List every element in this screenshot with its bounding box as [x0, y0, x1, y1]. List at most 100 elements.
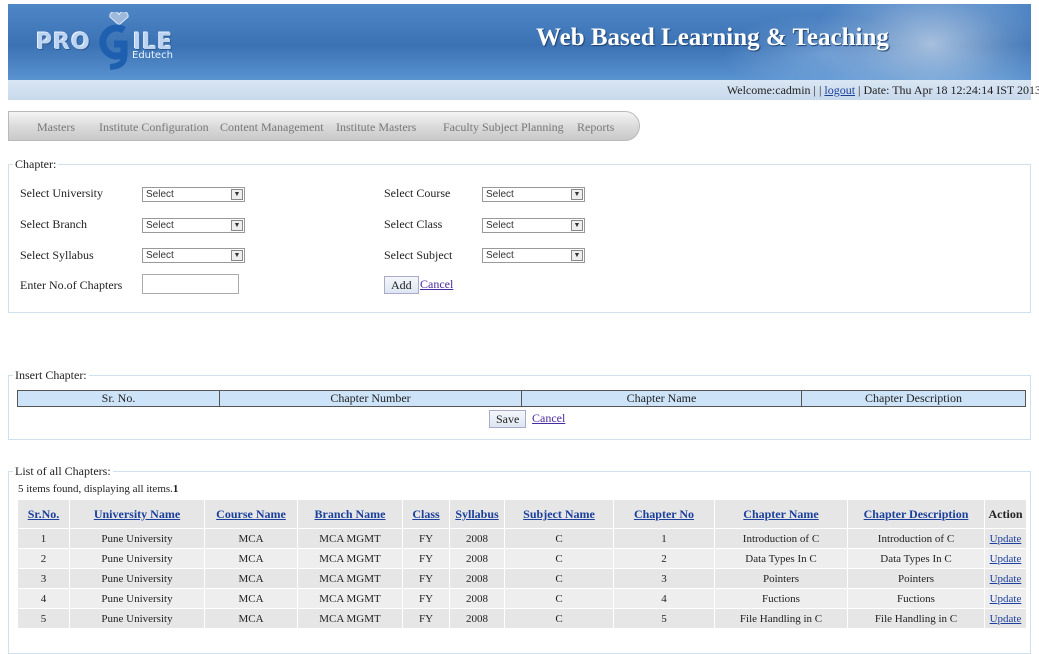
insert-col-chapter-name: Chapter Name: [521, 390, 802, 407]
cell-chapter-no: 2: [613, 548, 715, 569]
cell-sr-no: 1: [17, 528, 70, 549]
chapters-table-body: 1 Pune University MCA MCA MGMT FY 2008 C 1 Intro…: [17, 528, 1026, 628]
insert-chapter-legend: Insert Chapter:: [15, 368, 87, 382]
cell-chapter-name: Introduction of C: [714, 528, 848, 549]
chapter-form-legend: Chapter:: [15, 157, 57, 171]
insert-cancel-link[interactable]: Cancel: [532, 411, 565, 426]
cell-subject-name: C: [504, 608, 614, 628]
cell-university-name: Pune University: [69, 608, 205, 628]
cell-subject-name: C: [504, 588, 614, 609]
insert-col-chapter-number: Chapter Number: [219, 390, 522, 407]
branch-select-value: Select: [146, 220, 174, 231]
update-link[interactable]: Update: [990, 573, 1022, 585]
page-number[interactable]: 1: [173, 483, 179, 495]
update-link[interactable]: Update: [990, 553, 1022, 565]
cell-university-name: Pune University: [69, 548, 205, 569]
logo-text-left: PRO: [36, 30, 91, 55]
subject-label: Select Subject: [384, 248, 453, 262]
class-select[interactable]: Select ▼: [482, 218, 585, 233]
col-class[interactable]: Class: [402, 500, 450, 529]
cell-branch-name: MCA MGMT: [297, 608, 403, 628]
cell-subject-name: C: [504, 548, 614, 569]
dropdown-arrow-icon: ▼: [231, 250, 243, 261]
cell-class: FY: [402, 588, 450, 609]
cell-syllabus: 2008: [449, 608, 505, 628]
update-link[interactable]: Update: [990, 533, 1022, 545]
cell-sr-no: 2: [17, 548, 70, 569]
cell-branch-name: MCA MGMT: [297, 528, 403, 549]
col-branch-name[interactable]: Branch Name: [297, 500, 403, 529]
update-link[interactable]: Update: [990, 593, 1022, 605]
menu-faculty-subject-planning[interactable]: Faculty Subject Planning: [443, 120, 564, 135]
site-title: Web Based Learning & Teaching: [536, 24, 889, 51]
col-chapter-description[interactable]: Chapter Description: [847, 500, 985, 529]
syllabus-select-value: Select: [146, 250, 174, 261]
class-select-value: Select: [486, 220, 514, 231]
chapters-count-input[interactable]: [142, 274, 239, 294]
cell-sr-no: 5: [17, 608, 70, 628]
cell-chapter-description: Data Types In C: [847, 548, 985, 569]
cell-syllabus: 2008: [449, 528, 505, 549]
cell-class: FY: [402, 568, 450, 589]
cell-branch-name: MCA MGMT: [297, 588, 403, 609]
cell-class: FY: [402, 528, 450, 549]
progile-logo: PRO ILE Edutech: [36, 12, 196, 78]
cell-chapter-no: 5: [613, 608, 715, 628]
col-syllabus[interactable]: Syllabus: [449, 500, 505, 529]
col-course-name[interactable]: Course Name: [204, 500, 298, 529]
cell-course-name: MCA: [204, 588, 298, 609]
cell-subject-name: C: [504, 568, 614, 589]
save-button[interactable]: Save: [489, 410, 527, 428]
insert-col-chapter-description: Chapter Description: [801, 390, 1026, 407]
university-select[interactable]: Select ▼: [142, 187, 245, 202]
menu-institute-masters[interactable]: Institute Masters: [336, 120, 416, 135]
cell-chapter-no: 1: [613, 528, 715, 549]
logo-g-glyph: [99, 24, 128, 70]
header-banner: PRO ILE Edutech Web Based Learning & Tea…: [8, 4, 1031, 80]
cell-course-name: MCA: [204, 568, 298, 589]
branch-select[interactable]: Select ▼: [142, 218, 245, 233]
syllabus-label: Select Syllabus: [20, 248, 94, 262]
cell-action: Update: [984, 588, 1026, 609]
col-sr-no[interactable]: Sr.No.: [17, 500, 70, 529]
subject-select[interactable]: Select ▼: [482, 248, 585, 263]
info-bar: Welcome:cadmin | | logout | Date: Thu Ap…: [8, 80, 1039, 100]
cell-syllabus: 2008: [449, 548, 505, 569]
col-university-name[interactable]: University Name: [69, 500, 205, 529]
col-subject-name[interactable]: Subject Name: [504, 500, 614, 529]
form-cancel-link[interactable]: Cancel: [420, 277, 453, 292]
cell-subject-name: C: [504, 528, 614, 549]
university-label: Select University: [20, 186, 103, 200]
table-row: 1 Pune University MCA MCA MGMT FY 2008 C 1 Intro…: [17, 528, 1026, 549]
chapters-count-label: Enter No.of Chapters: [20, 278, 123, 292]
dropdown-arrow-icon: ▼: [231, 189, 243, 200]
menu-content-management[interactable]: Content Management: [220, 120, 324, 135]
cell-chapter-description: File Handling in C: [847, 608, 985, 628]
items-summary-text: 5 items found, displaying all items.: [18, 483, 173, 495]
cell-action: Update: [984, 568, 1026, 589]
cell-action: Update: [984, 548, 1026, 569]
menu-institute-configuration[interactable]: Institute Configuration: [99, 120, 209, 135]
col-action: Action: [984, 500, 1026, 529]
syllabus-select[interactable]: Select ▼: [142, 248, 245, 263]
table-header-row: Sr.No. University Name Course Name Branc…: [17, 500, 1026, 529]
welcome-text: Welcome:cadmin | |: [726, 83, 822, 97]
cell-course-name: MCA: [204, 528, 298, 549]
course-select[interactable]: Select ▼: [482, 187, 585, 202]
dropdown-arrow-icon: ▼: [571, 250, 583, 261]
col-chapter-no[interactable]: Chapter No: [613, 500, 715, 529]
menu-reports[interactable]: Reports: [577, 120, 614, 135]
col-chapter-name[interactable]: Chapter Name: [714, 500, 848, 529]
items-summary: 5 items found, displaying all items.1: [18, 483, 178, 495]
cell-branch-name: MCA MGMT: [297, 548, 403, 569]
cell-chapter-name: Pointers: [714, 568, 848, 589]
insert-col-sr-no: Sr. No.: [17, 390, 220, 407]
update-link[interactable]: Update: [990, 613, 1022, 625]
dropdown-arrow-icon: ▼: [571, 220, 583, 231]
menu-masters[interactable]: Masters: [37, 120, 75, 135]
add-button[interactable]: Add: [384, 276, 419, 294]
logout-link[interactable]: logout: [824, 83, 855, 97]
cell-class: FY: [402, 548, 450, 569]
class-label: Select Class: [384, 217, 443, 231]
cell-sr-no: 3: [17, 568, 70, 589]
